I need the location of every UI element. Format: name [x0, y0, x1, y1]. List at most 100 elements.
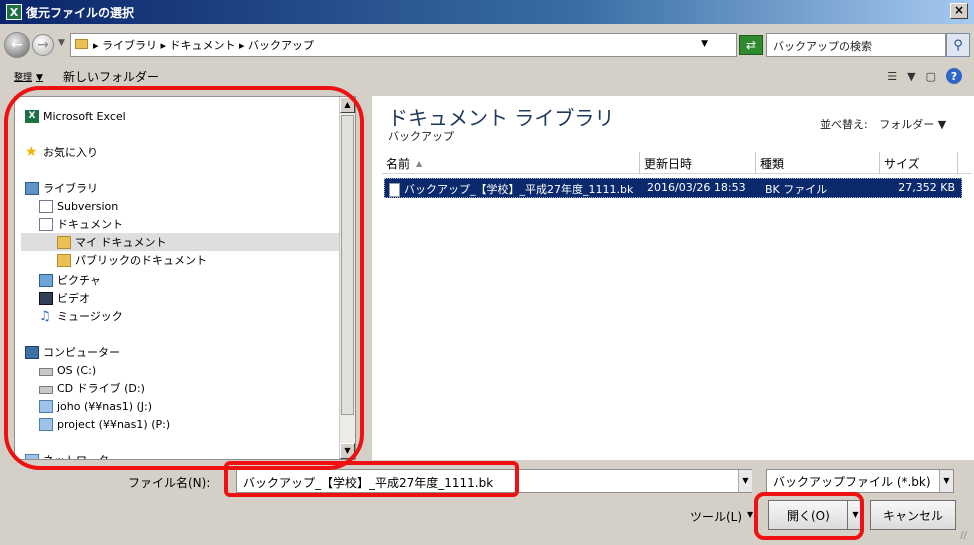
filename-label: ファイル名(N):	[128, 476, 211, 490]
chevron-down-icon[interactable]: ▼	[939, 470, 953, 492]
nav-item-videos[interactable]: ビデオ	[39, 289, 90, 307]
file-icon	[389, 183, 400, 197]
arrange-by[interactable]: 並べ替え: フォルダー ▼	[820, 116, 946, 132]
library-icon	[25, 181, 39, 195]
tools-button[interactable]: ツール(L)	[690, 508, 742, 525]
chevron-down-icon: ▼	[36, 73, 43, 83]
folder-icon	[75, 39, 88, 49]
view-controls: ☰ ▼ ▢ ?	[887, 68, 962, 84]
chevron-down-icon[interactable]: ▼	[701, 39, 708, 49]
network-drive-icon	[39, 417, 53, 431]
scroll-up-icon[interactable]: ▲	[340, 97, 355, 113]
nav-item-drive-j[interactable]: joho (¥¥nas1) (J:)	[39, 397, 152, 415]
nav-item-label: Microsoft Excel	[43, 109, 126, 123]
nav-item-label: CD ドライブ (D:)	[57, 382, 145, 395]
chevron-down-icon[interactable]: ▼	[938, 118, 946, 131]
nav-item-drive-c[interactable]: OS (C:)	[39, 361, 96, 379]
nav-item-documents[interactable]: ドキュメント	[39, 215, 123, 233]
organize-button[interactable]: 整理 ▼	[10, 69, 43, 83]
cd-drive-icon	[39, 386, 53, 394]
chevron-down-icon[interactable]: ▼	[847, 501, 863, 529]
nav-item-label: ビデオ	[57, 292, 90, 305]
chevron-down-icon[interactable]: ▼	[738, 470, 752, 492]
nav-item-favorites[interactable]: ★ お気に入り	[25, 143, 98, 161]
resize-grip-icon[interactable]: //	[958, 530, 972, 544]
nav-item-label: マイ ドキュメント	[75, 236, 167, 249]
window-title: 復元ファイルの選択	[26, 5, 135, 20]
new-folder-button[interactable]: 新しいフォルダー	[63, 68, 159, 85]
nav-item-music[interactable]: ♫ ミュージック	[39, 307, 123, 325]
nav-item-label: ミュージック	[57, 310, 123, 323]
preview-pane-icon[interactable]: ▢	[926, 70, 936, 83]
sort-asc-icon: ▲	[416, 158, 423, 168]
computer-icon	[25, 345, 39, 359]
nav-item-public-documents[interactable]: パブリックのドキュメント	[57, 251, 207, 269]
open-button[interactable]: 開く(O) ▼	[768, 500, 864, 530]
organize-label: 整理	[14, 73, 33, 83]
nav-item-computer[interactable]: コンピューター	[25, 343, 120, 361]
folder-icon	[57, 253, 71, 267]
nav-item-subversion[interactable]: Subversion	[39, 197, 118, 215]
back-button[interactable]: ←	[4, 32, 30, 58]
view-mode-icon[interactable]: ☰	[887, 70, 897, 83]
forward-button[interactable]: →	[32, 34, 54, 56]
picture-icon	[39, 273, 53, 287]
star-icon: ★	[25, 143, 38, 160]
file-size: 27,352 KB	[898, 181, 955, 194]
open-label: 開く(O)	[787, 508, 830, 523]
nav-item-libraries[interactable]: ライブラリ	[25, 179, 98, 197]
nav-item-label: Subversion	[57, 199, 119, 213]
music-icon: ♫	[39, 308, 51, 324]
table-row[interactable]: バックアップ_【学校】_平成27年度_1111.bk 2016/03/26 18…	[384, 178, 962, 198]
nav-item-label: パブリックのドキュメント	[75, 254, 207, 267]
file-type: BK ファイル	[765, 183, 828, 196]
file-list-pane: ドキュメント ライブラリ バックアップ 並べ替え: フォルダー ▼ 名前 ▲ 更新…	[372, 96, 974, 460]
document-icon	[39, 199, 53, 213]
nav-item-my-documents[interactable]: マイ ドキュメント	[21, 233, 341, 251]
close-button[interactable]: ×	[950, 3, 968, 19]
search-input[interactable]: バックアップの検索	[766, 33, 946, 57]
file-modified: 2016/03/26 18:53	[647, 181, 746, 194]
help-icon[interactable]: ?	[946, 68, 962, 84]
video-icon	[39, 291, 53, 305]
refresh-button[interactable]: ⇄	[739, 35, 763, 55]
breadcrumb-path[interactable]: ▸ ライブラリ ▸ ドキュメント ▸ バックアップ	[93, 37, 314, 53]
chevron-down-icon[interactable]: ▼	[907, 70, 915, 83]
arrange-label: 並べ替え:	[820, 118, 868, 131]
library-subtitle: バックアップ	[388, 130, 454, 143]
library-title: ドキュメント ライブラリ	[388, 106, 615, 130]
search-icon[interactable]: ⚲	[946, 33, 970, 57]
column-header-type[interactable]: 種類	[756, 152, 880, 174]
filetype-select[interactable]: バックアップファイル (*.bk)	[766, 469, 954, 493]
address-row: ← → ▼ ▸ ライブラリ ▸ ドキュメント ▸ バックアップ ▼ ⇄ バックア…	[0, 24, 974, 62]
nav-item-excel[interactable]: X Microsoft Excel	[25, 107, 126, 125]
nav-scrollbar[interactable]: ▲ ▼	[339, 97, 355, 459]
nav-item-label: joho (¥¥nas1) (J:)	[57, 399, 153, 413]
scroll-thumb[interactable]	[341, 115, 354, 415]
toolbar: 整理 ▼ 新しいフォルダー ☰ ▼ ▢ ?	[0, 62, 974, 90]
column-header-name[interactable]: 名前 ▲	[382, 152, 640, 174]
nav-item-label: ドキュメント	[57, 218, 123, 231]
filename-input[interactable]: バックアップ_【学校】_平成27年度_1111.bk	[236, 469, 752, 493]
folder-icon	[57, 235, 71, 249]
nav-item-label: OS (C:)	[57, 363, 97, 377]
nav-item-label: コンピューター	[43, 346, 120, 359]
nav-item-drive-d[interactable]: CD ドライブ (D:)	[39, 379, 145, 397]
nav-item-label: ネットワーク	[43, 452, 109, 459]
drive-icon	[39, 368, 53, 376]
nav-item-label: ピクチャ	[57, 274, 101, 287]
cancel-button[interactable]: キャンセル	[870, 500, 956, 530]
nav-item-pictures[interactable]: ピクチャ	[39, 271, 101, 289]
scroll-down-icon[interactable]: ▼	[340, 443, 355, 459]
recent-pages-dropdown[interactable]: ▼	[58, 38, 65, 48]
arrange-value[interactable]: フォルダー	[879, 118, 934, 131]
column-header-modified[interactable]: 更新日時	[640, 152, 756, 174]
file-name-cell: バックアップ_【学校】_平成27年度_1111.bk	[389, 181, 633, 197]
nav-item-drive-p[interactable]: project (¥¥nas1) (P:)	[39, 415, 170, 433]
nav-item-label: ライブラリ	[43, 182, 98, 195]
nav-item-label: project (¥¥nas1) (P:)	[57, 417, 171, 431]
nav-item-network[interactable]: ネットワーク	[25, 451, 109, 459]
breadcrumb[interactable]: ▸ ライブラリ ▸ ドキュメント ▸ バックアップ ▼	[70, 33, 737, 57]
chevron-down-icon[interactable]: ▼	[747, 510, 753, 519]
column-header-size[interactable]: サイズ	[880, 152, 958, 174]
